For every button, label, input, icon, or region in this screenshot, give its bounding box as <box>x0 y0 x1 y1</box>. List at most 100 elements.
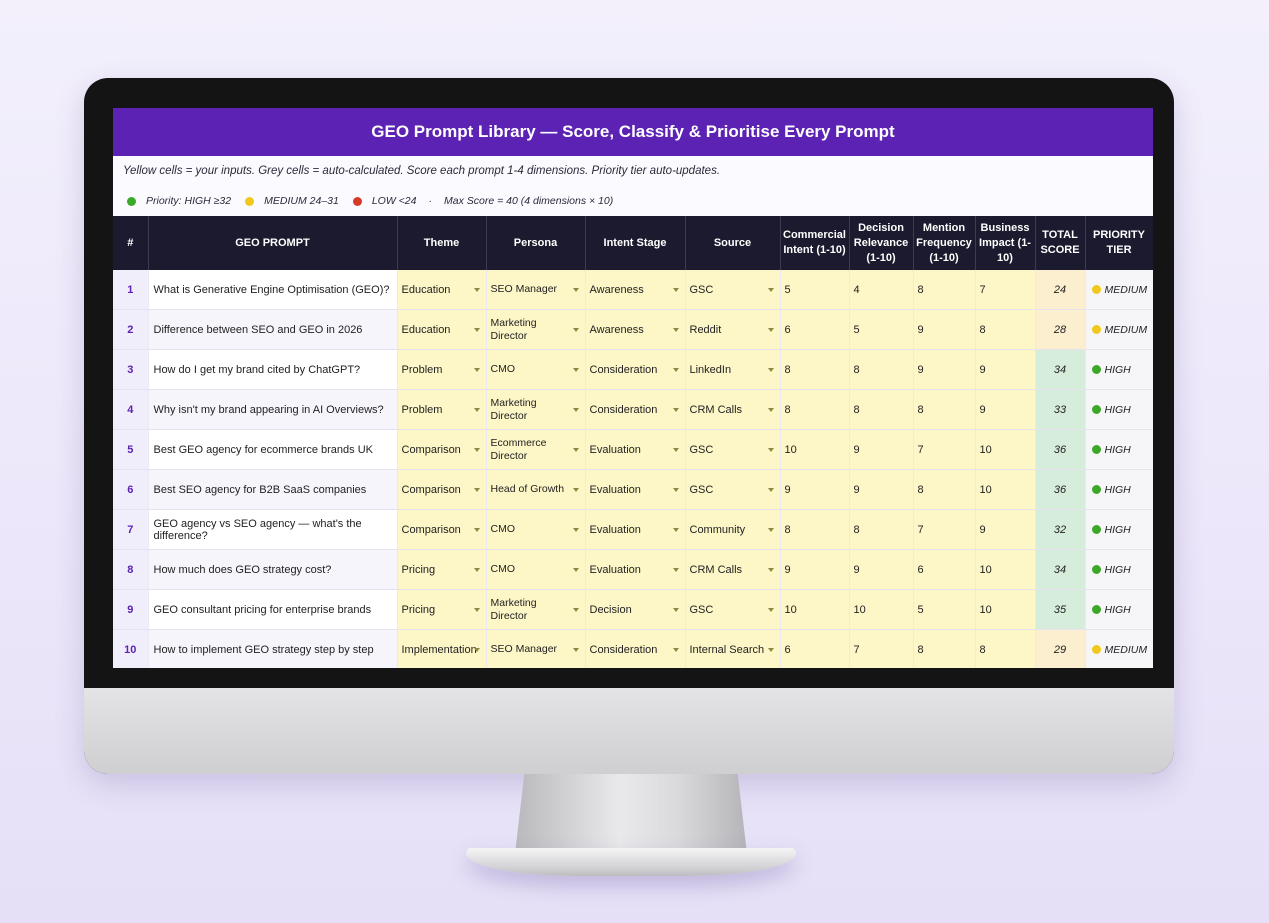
commercial-intent-cell[interactable]: 6 <box>780 309 850 350</box>
decision-relevance-cell[interactable]: 9 <box>849 429 914 470</box>
prompt-cell[interactable]: Difference between SEO and GEO in 2026 <box>148 309 398 350</box>
persona-select[interactable]: SEO Manager <box>486 270 586 310</box>
business-impact-cell[interactable]: 8 <box>975 629 1036 668</box>
persona-select[interactable]: Head of Growth <box>486 469 586 510</box>
dropdown-arrow-icon[interactable] <box>473 287 480 292</box>
persona-select[interactable]: Ecommerce Director <box>486 429 586 470</box>
source-select[interactable]: GSC <box>685 589 781 630</box>
source-select[interactable]: CRM Calls <box>685 549 781 590</box>
intent-stage-select[interactable]: Consideration <box>585 629 686 668</box>
dropdown-arrow-icon[interactable] <box>767 607 774 612</box>
prompt-cell[interactable]: What is Generative Engine Optimisation (… <box>148 270 398 310</box>
dropdown-arrow-icon[interactable] <box>672 647 679 652</box>
dropdown-arrow-icon[interactable] <box>473 407 480 412</box>
commercial-intent-cell[interactable]: 6 <box>780 629 850 668</box>
dropdown-arrow-icon[interactable] <box>572 487 579 492</box>
dropdown-arrow-icon[interactable] <box>767 447 774 452</box>
commercial-intent-cell[interactable]: 5 <box>780 270 850 310</box>
theme-select[interactable]: Problem <box>397 349 487 390</box>
table-row[interactable]: 9 GEO consultant pricing for enterprise b… <box>113 589 1153 630</box>
col-header-theme[interactable]: Theme <box>397 216 487 270</box>
business-impact-cell[interactable]: 9 <box>975 389 1036 430</box>
persona-select[interactable]: CMO <box>486 509 586 550</box>
dropdown-arrow-icon[interactable] <box>672 327 679 332</box>
dropdown-arrow-icon[interactable] <box>767 527 774 532</box>
commercial-intent-cell[interactable]: 10 <box>780 429 850 470</box>
persona-select[interactable]: CMO <box>486 549 586 590</box>
dropdown-arrow-icon[interactable] <box>473 367 480 372</box>
dropdown-arrow-icon[interactable] <box>672 367 679 372</box>
mention-frequency-cell[interactable]: 9 <box>913 309 976 350</box>
dropdown-arrow-icon[interactable] <box>572 447 579 452</box>
source-select[interactable]: GSC <box>685 270 781 310</box>
theme-select[interactable]: Comparison <box>397 429 487 470</box>
commercial-intent-cell[interactable]: 9 <box>780 469 850 510</box>
prompt-cell[interactable]: Best GEO agency for ecommerce brands UK <box>148 429 398 470</box>
dropdown-arrow-icon[interactable] <box>767 367 774 372</box>
dropdown-arrow-icon[interactable] <box>572 607 579 612</box>
prompt-cell[interactable]: GEO agency vs SEO agency — what's the di… <box>148 509 398 550</box>
intent-stage-select[interactable]: Awareness <box>585 270 686 310</box>
table-row[interactable]: 7 GEO agency vs SEO agency — what's the d… <box>113 509 1153 550</box>
decision-relevance-cell[interactable]: 7 <box>849 629 914 668</box>
prompt-cell[interactable]: Why isn't my brand appearing in AI Overv… <box>148 389 398 430</box>
mention-frequency-cell[interactable]: 8 <box>913 389 976 430</box>
business-impact-cell[interactable]: 10 <box>975 589 1036 630</box>
prompt-cell[interactable]: How do I get my brand cited by ChatGPT? <box>148 349 398 390</box>
col-header-commercial-intent[interactable]: Commercial Intent (1-10) <box>780 216 850 270</box>
commercial-intent-cell[interactable]: 8 <box>780 509 850 550</box>
dropdown-arrow-icon[interactable] <box>767 327 774 332</box>
dropdown-arrow-icon[interactable] <box>672 607 679 612</box>
decision-relevance-cell[interactable]: 4 <box>849 270 914 310</box>
table-row[interactable]: 10 How to implement GEO strategy step by … <box>113 629 1153 668</box>
decision-relevance-cell[interactable]: 8 <box>849 349 914 390</box>
persona-select[interactable]: SEO Manager <box>486 629 586 668</box>
decision-relevance-cell[interactable]: 8 <box>849 509 914 550</box>
prompt-cell[interactable]: Best SEO agency for B2B SaaS companies <box>148 469 398 510</box>
dropdown-arrow-icon[interactable] <box>473 447 480 452</box>
source-select[interactable]: GSC <box>685 429 781 470</box>
table-row[interactable]: 8 How much does GEO strategy cost? Pricing… <box>113 549 1153 590</box>
dropdown-arrow-icon[interactable] <box>473 607 480 612</box>
prompt-cell[interactable]: How much does GEO strategy cost? <box>148 549 398 590</box>
col-header-total-score[interactable]: TOTAL SCORE <box>1035 216 1086 270</box>
commercial-intent-cell[interactable]: 8 <box>780 389 850 430</box>
dropdown-arrow-icon[interactable] <box>473 327 480 332</box>
table-row[interactable]: 2 Difference between SEO and GEO in 2026 E… <box>113 309 1153 350</box>
dropdown-arrow-icon[interactable] <box>473 647 480 652</box>
persona-select[interactable]: Marketing Director <box>486 309 586 350</box>
dropdown-arrow-icon[interactable] <box>572 327 579 332</box>
intent-stage-select[interactable]: Evaluation <box>585 549 686 590</box>
persona-select[interactable]: CMO <box>486 349 586 390</box>
table-row[interactable]: 5 Best GEO agency for ecommerce brands UK… <box>113 429 1153 470</box>
theme-select[interactable]: Education <box>397 309 487 350</box>
business-impact-cell[interactable]: 10 <box>975 429 1036 470</box>
dropdown-arrow-icon[interactable] <box>672 487 679 492</box>
dropdown-arrow-icon[interactable] <box>572 407 579 412</box>
commercial-intent-cell[interactable]: 9 <box>780 549 850 590</box>
dropdown-arrow-icon[interactable] <box>672 567 679 572</box>
persona-select[interactable]: Marketing Director <box>486 389 586 430</box>
theme-select[interactable]: Problem <box>397 389 487 430</box>
dropdown-arrow-icon[interactable] <box>767 647 774 652</box>
decision-relevance-cell[interactable]: 10 <box>849 589 914 630</box>
dropdown-arrow-icon[interactable] <box>767 407 774 412</box>
col-header-business-impact[interactable]: Business Impact (1-10) <box>975 216 1036 270</box>
col-header-prompt[interactable]: GEO PROMPT <box>148 216 398 270</box>
source-select[interactable]: LinkedIn <box>685 349 781 390</box>
mention-frequency-cell[interactable]: 8 <box>913 629 976 668</box>
theme-select[interactable]: Implementation <box>397 629 487 668</box>
decision-relevance-cell[interactable]: 9 <box>849 549 914 590</box>
source-select[interactable]: GSC <box>685 469 781 510</box>
dropdown-arrow-icon[interactable] <box>767 287 774 292</box>
business-impact-cell[interactable]: 9 <box>975 349 1036 390</box>
col-header-mention-frequency[interactable]: Mention Frequency (1-10) <box>913 216 976 270</box>
persona-select[interactable]: Marketing Director <box>486 589 586 630</box>
mention-frequency-cell[interactable]: 9 <box>913 349 976 390</box>
dropdown-arrow-icon[interactable] <box>572 647 579 652</box>
mention-frequency-cell[interactable]: 7 <box>913 429 976 470</box>
business-impact-cell[interactable]: 10 <box>975 469 1036 510</box>
source-select[interactable]: Community <box>685 509 781 550</box>
dropdown-arrow-icon[interactable] <box>572 527 579 532</box>
col-header-number[interactable]: # <box>113 216 149 270</box>
